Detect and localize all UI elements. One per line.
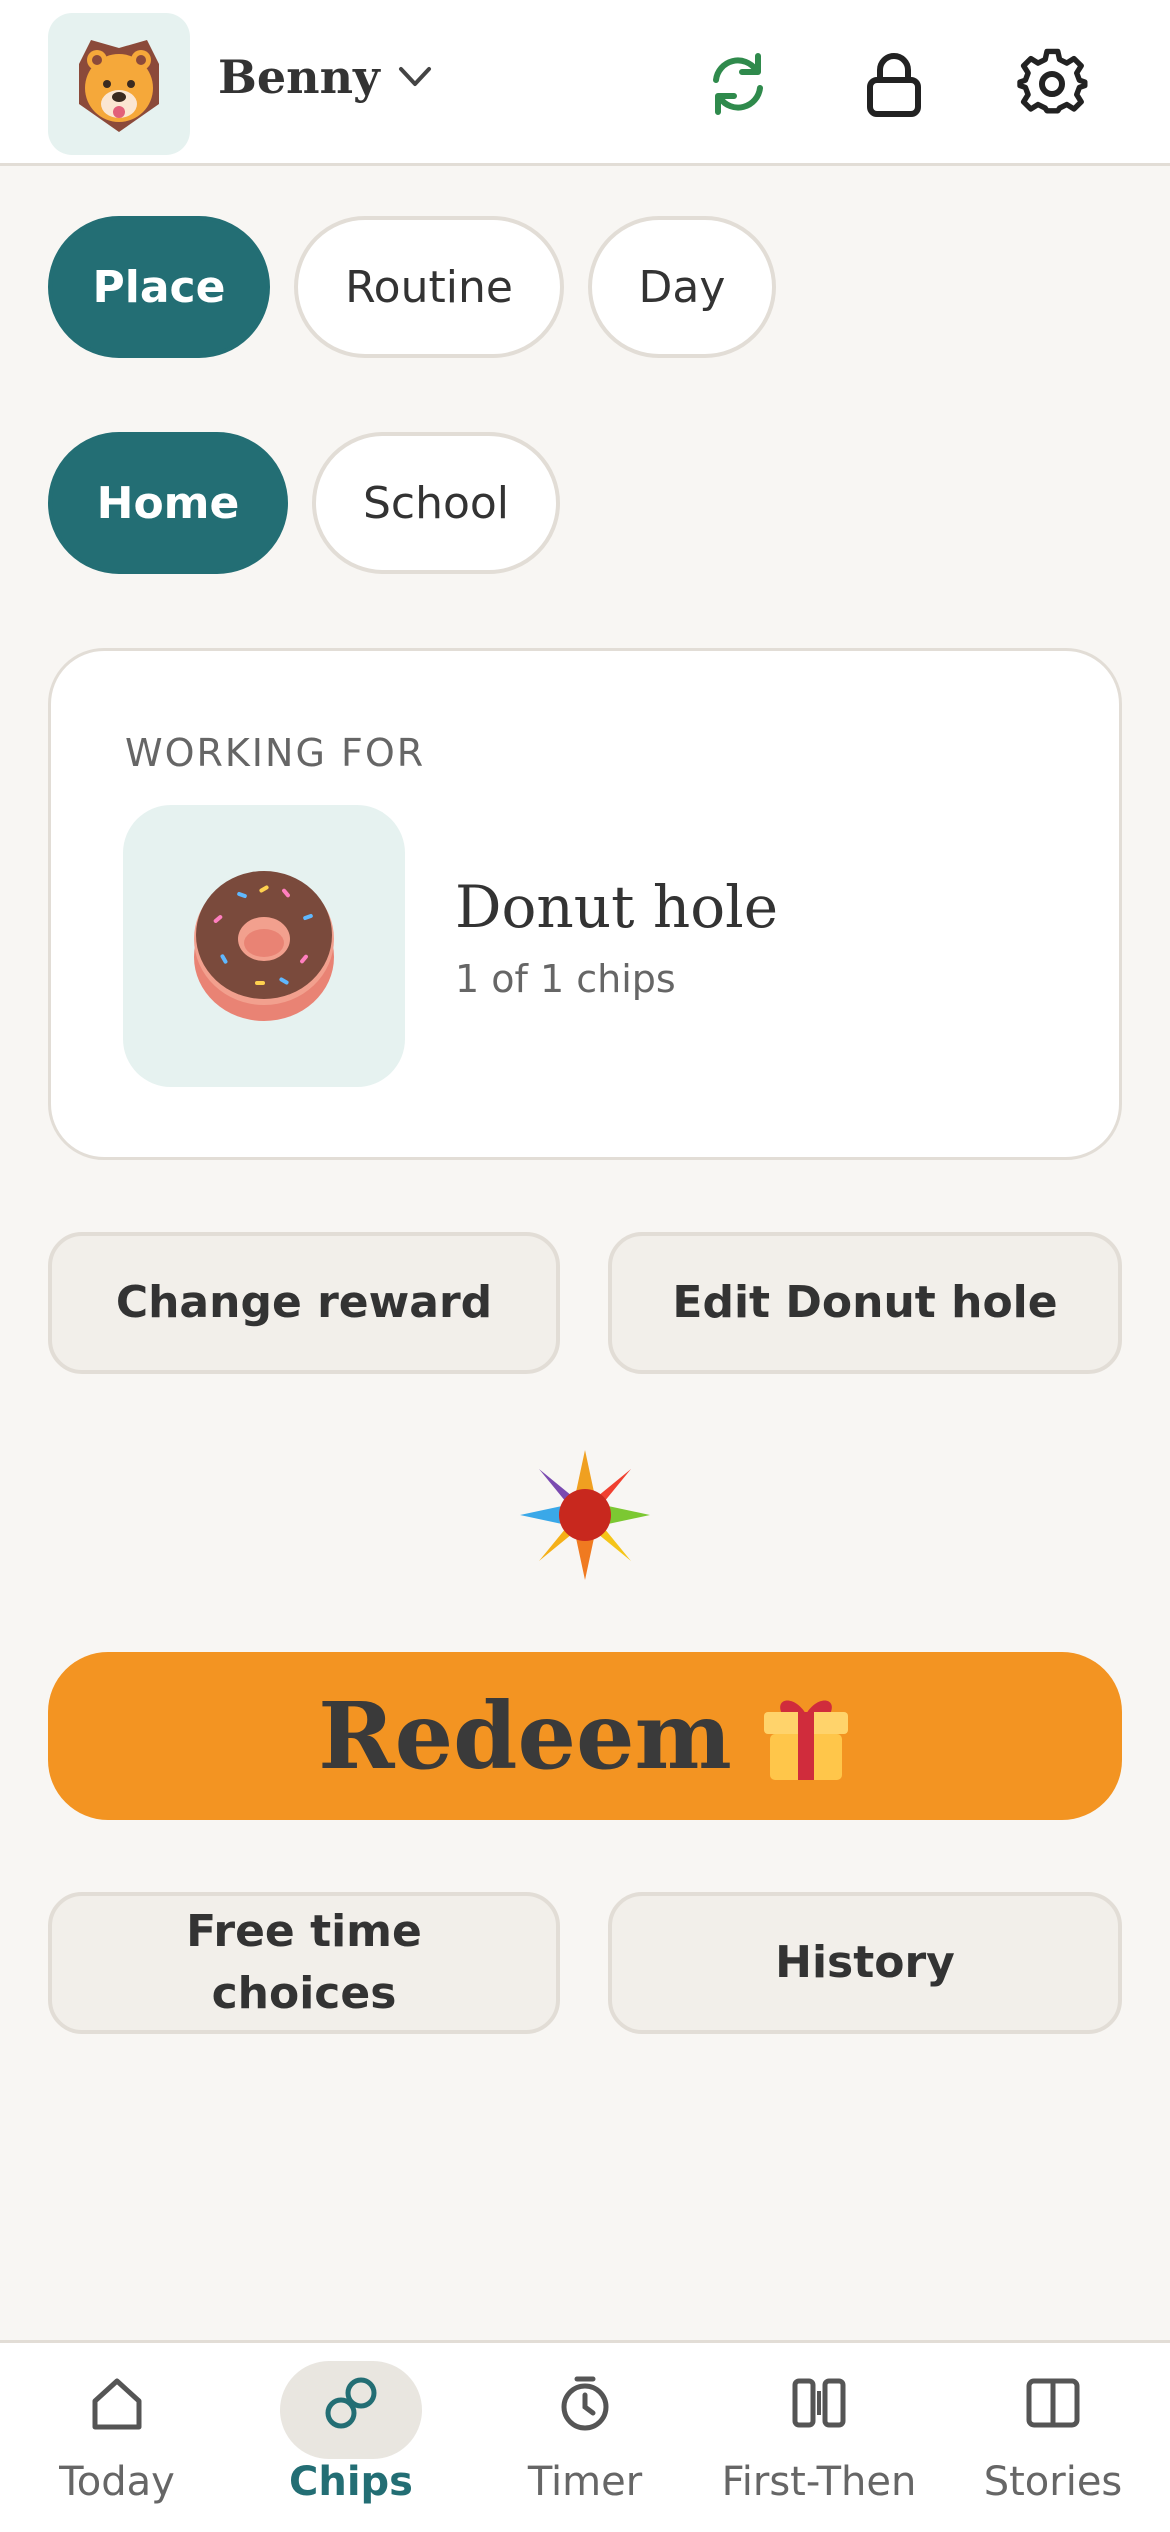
app-header: Benny: [0, 0, 1170, 166]
profile-name[interactable]: Benny: [218, 50, 380, 104]
place-school[interactable]: School: [312, 432, 560, 574]
nav-chips-label: Chips: [289, 2459, 413, 2505]
change-reward-button[interactable]: Change reward: [48, 1232, 560, 1374]
nav-stories-label: Stories: [983, 2459, 1123, 2505]
nav-first-then-label: First-Then: [721, 2459, 917, 2505]
nav-first-then[interactable]: First-Then: [702, 2343, 936, 2532]
free-time-choices-button[interactable]: Free time choices: [48, 1892, 560, 2034]
reward-tile: [123, 805, 405, 1087]
history-button[interactable]: History: [608, 1892, 1122, 2034]
nav-today-label: Today: [59, 2459, 175, 2505]
edit-reward-button[interactable]: Edit Donut hole: [608, 1232, 1122, 1374]
avatar[interactable]: [48, 13, 190, 155]
working-for-card: WORKING FOR Donut hole 1 of 1 chips: [48, 648, 1122, 1160]
working-for-label: WORKING FOR: [125, 731, 426, 775]
free-time-label: Free time choices: [186, 1906, 422, 2019]
timer-icon: [561, 2376, 609, 2431]
bottom-nav: Today Chips Timer First-Then Stories: [0, 2340, 1170, 2532]
first-then-icon: [792, 2378, 846, 2428]
tab-routine[interactable]: Routine: [294, 216, 564, 358]
chips-screen: Benny Place Routine Day Home School WORK…: [0, 0, 1170, 2532]
reward-progress: 1 of 1 chips: [455, 957, 676, 1001]
gear-icon[interactable]: [1016, 48, 1088, 120]
redeem-button[interactable]: Redeem: [48, 1652, 1122, 1820]
nav-timer[interactable]: Timer: [468, 2343, 702, 2532]
sync-icon[interactable]: [702, 48, 774, 120]
nav-chips[interactable]: Chips: [234, 2343, 468, 2532]
gift-icon: [763, 1700, 848, 1780]
chevron-down-icon[interactable]: [398, 66, 432, 88]
place-home[interactable]: Home: [48, 432, 288, 574]
lock-icon[interactable]: [858, 48, 930, 120]
lion-icon: [79, 40, 159, 132]
nav-today[interactable]: Today: [0, 2343, 234, 2532]
tab-place[interactable]: Place: [48, 216, 270, 358]
donut-icon: [194, 871, 334, 1021]
tab-day[interactable]: Day: [588, 216, 776, 358]
reward-name: Donut hole: [455, 873, 779, 941]
nav-timer-label: Timer: [527, 2459, 643, 2505]
chip-star-icon: [520, 1450, 650, 1580]
nav-stories[interactable]: Stories: [936, 2343, 1170, 2532]
redeem-label: Redeem: [318, 1682, 732, 1790]
home-icon: [92, 2378, 142, 2430]
stories-icon: [1026, 2378, 1080, 2428]
chips-icon: [325, 2377, 377, 2429]
